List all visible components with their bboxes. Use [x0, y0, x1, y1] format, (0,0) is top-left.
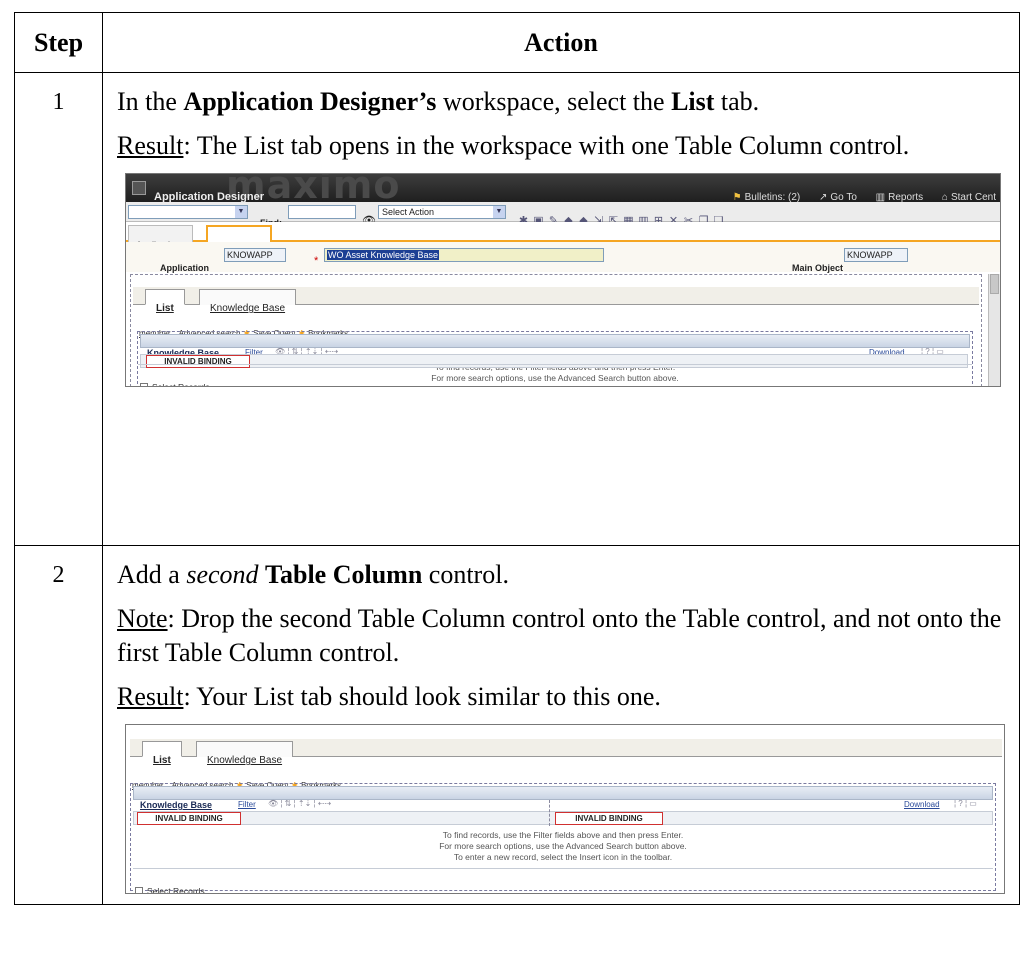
screenshot-list-tab: tabgroup... List Knowledge Base menubar.… — [125, 724, 1005, 894]
note-text: : Drop the second Table Column control o… — [117, 604, 1002, 667]
italic-text: second — [186, 560, 259, 589]
scroll-thumb[interactable] — [990, 274, 999, 294]
text: Add a — [117, 560, 187, 589]
title-bar: maximo Application Designer ⚑ Bulletins: … — [126, 174, 1000, 204]
text: In the — [117, 87, 184, 116]
design-canvas[interactable]: tabgroup... List Knowledge Base menubar.… — [126, 725, 1004, 893]
table-control[interactable]: Knowledge Base Filter 👁 ¦ ⇅ ¦ ⇡⇣ ¦ ⇠⇢ Do… — [130, 783, 996, 894]
divider — [138, 364, 972, 365]
result-text: : Your List tab should look similar to t… — [183, 682, 661, 711]
invalid-binding-badge-1[interactable]: INVALID BINDING — [137, 812, 241, 825]
empty-message-2: For more search options, use the Advance… — [431, 373, 679, 383]
find-input[interactable] — [288, 205, 356, 219]
result-label: Result — [117, 131, 184, 160]
tab-workspace[interactable]: Workspace — [206, 225, 272, 251]
select-records-label: Select Records — [152, 382, 210, 387]
bold-text: List — [671, 87, 715, 116]
text: tab. — [714, 87, 760, 116]
table-column-row — [140, 354, 968, 368]
instruction: Add a second Table Column control. — [117, 558, 1005, 592]
select-records-checkbox[interactable] — [140, 383, 148, 386]
empty-message-2: For more search options, use the Advance… — [439, 841, 687, 851]
select-records-checkbox[interactable] — [135, 887, 143, 893]
tab-knowledge-base[interactable]: Knowledge Base — [199, 289, 297, 314]
app-icon — [132, 181, 146, 195]
action-cell: Add a second Table Column control. Note:… — [102, 545, 1020, 905]
procedure-table: Step Action 1 In the Application Designe… — [14, 12, 1020, 905]
text: workspace, select the — [436, 87, 672, 116]
bold-text: Application Designer’s — [183, 87, 437, 116]
result-label: Result — [117, 682, 184, 711]
tab-applications[interactable]: Applications — [128, 225, 193, 250]
result-paragraph: Result: The List tab opens in the worksp… — [117, 129, 1005, 163]
step-number: 2 — [14, 545, 103, 905]
application-header: Application KNOWAPP * WO Asset Knowledge… — [126, 242, 1000, 273]
result-paragraph: Result: Your List tab should look simila… — [117, 680, 1005, 714]
tab-knowledge-base[interactable]: Knowledge Base — [196, 741, 294, 766]
header-row: Step Action — [14, 12, 1020, 73]
main-object-field[interactable]: KNOWAPP — [844, 248, 908, 262]
step-row: 2 Add a second Table Column control. Not… — [14, 545, 1020, 905]
empty-message-3: To enter a new record, select the Insert… — [453, 852, 673, 862]
step-row: 1 In the Application Designer’s workspac… — [14, 72, 1020, 546]
select-action-label: Select Action — [382, 207, 435, 217]
column-divider — [549, 800, 550, 826]
empty-message-3: To enter a new record, select the Insert… — [138, 384, 972, 386]
instruction: In the Application Designer’s workspace,… — [117, 85, 1005, 119]
note-label: Note — [117, 604, 168, 633]
screenshot-application-designer: maximo Application Designer ⚑ Bulletins: … — [125, 173, 1001, 387]
table-header: Knowledge Base Filter 👁 ¦ ⇅ ¦ ⇡⇣ ¦ ⇠⇢ Do… — [133, 786, 993, 810]
tab-list[interactable]: List — [142, 741, 182, 766]
action-cell: In the Application Designer’s workspace,… — [102, 72, 1020, 546]
select-records-label: Select Records — [147, 886, 205, 894]
description-value: WO Asset Knowledge Base — [327, 250, 440, 260]
invalid-binding-badge[interactable]: INVALID BINDING — [146, 355, 250, 368]
table-header: Knowledge Base Filter 👁 ¦ ⇅ ¦ ⇡⇣ ¦ ⇠⇢ Do… — [140, 334, 970, 358]
toolbar: ▼ Find: 👁 Select Action▼ ✱▣✎◆◆⇲⇱▦▥⊞✕✂❐❏ — [126, 202, 1000, 228]
header-action: Action — [102, 12, 1020, 73]
tab-list[interactable]: List — [145, 289, 185, 314]
description-field[interactable]: WO Asset Knowledge Base — [324, 248, 604, 262]
select-action-dropdown[interactable]: Select Action ▼ — [378, 205, 506, 219]
chevron-down-icon: ▼ — [235, 206, 247, 218]
header-step: Step — [14, 12, 103, 73]
vertical-scrollbar[interactable] — [988, 274, 1000, 386]
record-select[interactable]: ▼ — [128, 205, 248, 219]
bold-text: Table Column — [265, 560, 423, 589]
note-paragraph: Note: Drop the second Table Column contr… — [117, 602, 1005, 670]
design-canvas[interactable]: tabgroup... List Knowledge Base menubar.… — [130, 274, 982, 386]
invalid-binding-badge-2[interactable]: INVALID BINDING — [555, 812, 663, 825]
select-records[interactable]: Select Records — [135, 874, 205, 894]
text: control. — [422, 560, 509, 589]
chevron-down-icon: ▼ — [493, 206, 505, 218]
empty-message-1: To find records, use the Filter fields a… — [442, 830, 684, 840]
select-records[interactable]: Select Records — [140, 370, 210, 387]
result-text: : The List tab opens in the workspace wi… — [183, 131, 910, 160]
main-tabs: Applications Workspace — [126, 222, 1000, 251]
required-marker: * — [314, 255, 319, 267]
application-field[interactable]: KNOWAPP — [224, 248, 286, 262]
step-number: 1 — [14, 72, 103, 546]
divider — [133, 868, 993, 869]
